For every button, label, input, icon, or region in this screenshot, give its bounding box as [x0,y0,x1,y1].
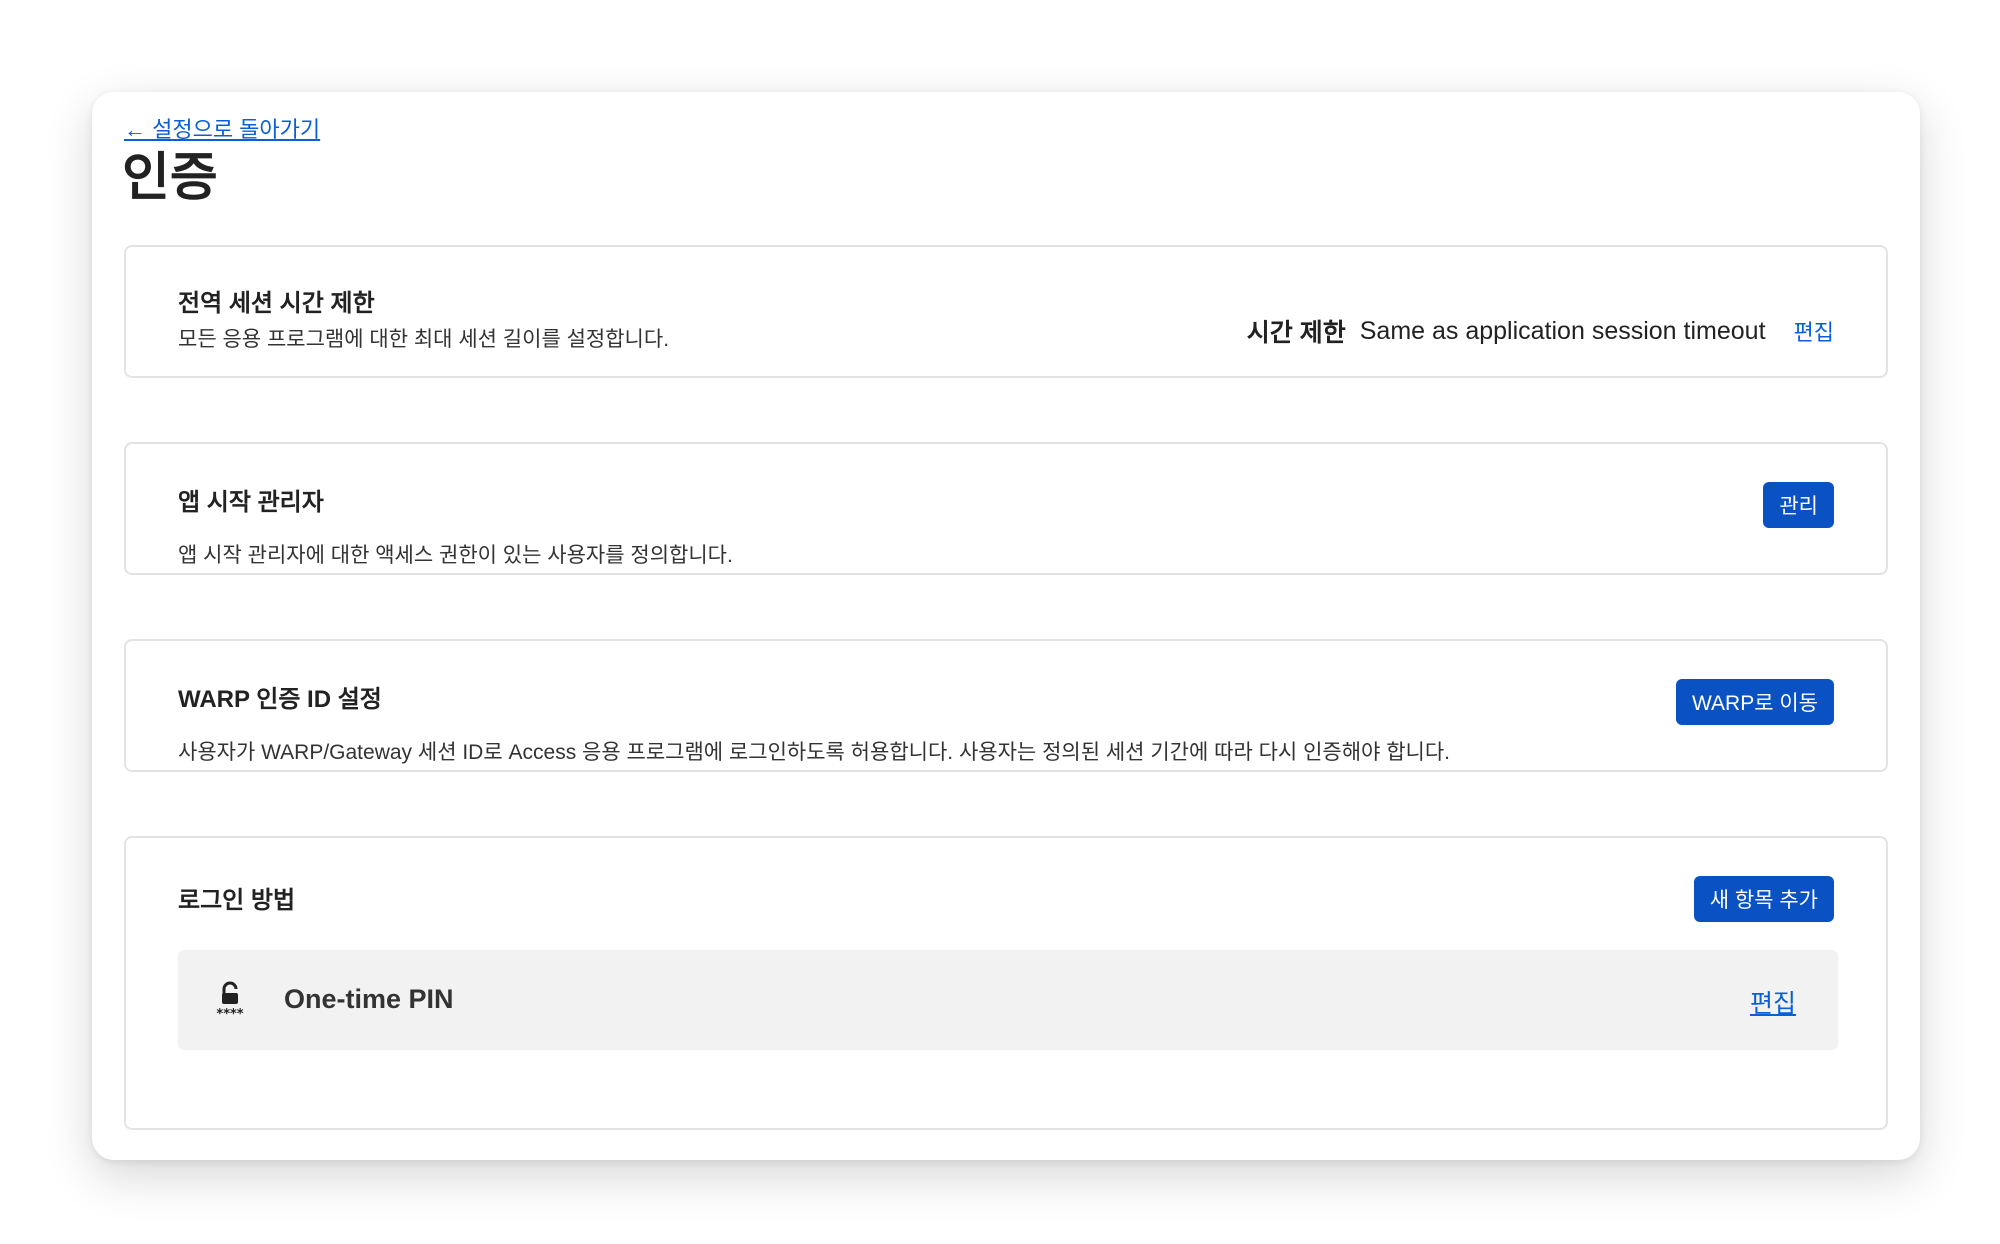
settings-window: ← 설정으로 돌아가기 인증 전역 세션 시간 제한 모든 응용 프로그램에 대… [92,92,1920,1160]
page-title: 인증 [122,149,218,207]
edit-login-method-link[interactable]: 편집 [1750,984,1796,1020]
back-to-settings-link[interactable]: ← 설정으로 돌아가기 [124,112,320,144]
timeout-setting: 시간 제한 Same as application session timeou… [1247,313,1834,349]
card-title: 전역 세션 시간 제한 [178,290,375,317]
card-title: 앱 시작 관리자 [178,489,324,516]
timeout-label: 시간 제한 [1246,319,1346,347]
login-method-name: One-time PIN [284,984,454,1014]
card-title: 로그인 방법 [178,887,296,914]
unlock-pin-icon: **** [212,980,248,1022]
app-launcher-card: 앱 시작 관리자 앱 시작 관리자에 대한 액세스 권한이 있는 사용자를 정의… [124,442,1888,575]
global-session-timeout-card: 전역 세션 시간 제한 모든 응용 프로그램에 대한 최대 세션 길이를 설정합… [124,245,1888,378]
login-methods-card: 로그인 방법 새 항목 추가 **** One-time PIN 편집 [124,836,1888,1130]
card-title: WARP 인증 ID 설정 [178,686,382,713]
card-description: 모든 응용 프로그램에 대한 최대 세션 길이를 설정합니다. [178,328,670,351]
card-description: 사용자가 WARP/Gateway 세션 ID로 Access 응용 프로그램에… [178,741,1450,764]
pin-mask-text: **** [216,1007,243,1020]
timeout-value: Same as application session timeout [1359,316,1766,345]
add-new-button[interactable]: 새 항목 추가 [1693,876,1834,922]
warp-auth-identity-card: WARP 인증 ID 설정 사용자가 WARP/Gateway 세션 ID로 A… [124,639,1888,772]
go-to-warp-button[interactable]: WARP로 이동 [1675,679,1834,725]
card-description: 앱 시작 관리자에 대한 액세스 권한이 있는 사용자를 정의합니다. [178,544,733,567]
edit-timeout-link[interactable]: 편집 [1794,315,1834,347]
login-method-row: **** One-time PIN 편집 [178,950,1838,1050]
manage-button[interactable]: 관리 [1763,482,1834,528]
